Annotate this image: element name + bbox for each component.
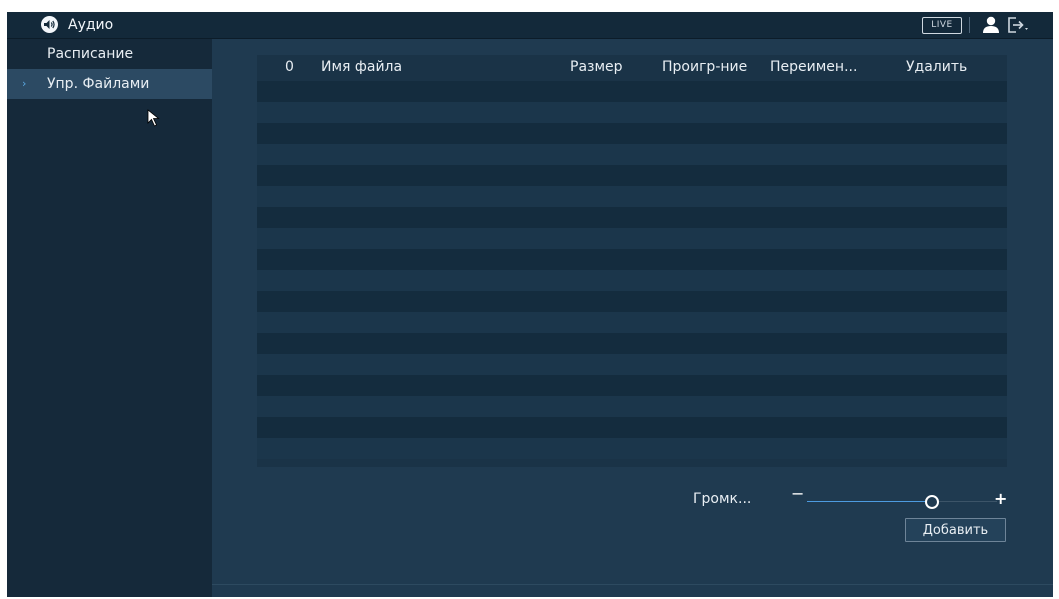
audio-window: Аудио LIVE Расписание › Упр. Файлами 0 И… — [7, 12, 1053, 597]
volume-slider[interactable] — [807, 495, 997, 509]
table-row[interactable] — [257, 228, 1007, 249]
chevron-right-icon: › — [22, 77, 27, 90]
table-row[interactable] — [257, 396, 1007, 417]
table-row[interactable] — [257, 102, 1007, 123]
table-row[interactable] — [257, 375, 1007, 396]
sidebar-item-file-management[interactable]: › Упр. Файлами — [7, 69, 212, 99]
sidebar-item-label: Расписание — [47, 46, 134, 62]
title-group: Аудио — [41, 16, 113, 33]
user-icon[interactable] — [981, 15, 1001, 35]
table-row[interactable] — [257, 438, 1007, 459]
footer-divider — [212, 584, 1053, 585]
column-header-play[interactable]: Проигр-ние — [662, 59, 747, 75]
header-divider — [969, 17, 970, 33]
table-row[interactable] — [257, 207, 1007, 228]
column-header-index[interactable]: 0 — [285, 59, 294, 75]
volume-slider-fill — [807, 501, 931, 502]
mouse-cursor-icon — [147, 109, 160, 127]
table-row[interactable] — [257, 165, 1007, 186]
volume-increase-button[interactable]: + — [994, 489, 1007, 508]
title-bar: Аудио LIVE — [7, 12, 1053, 39]
column-header-rename[interactable]: Переимен... — [770, 59, 857, 75]
add-button[interactable]: Добавить — [905, 518, 1006, 542]
live-button[interactable]: LIVE — [922, 17, 962, 34]
sidebar-item-schedule[interactable]: Расписание — [7, 39, 212, 69]
table-row[interactable] — [257, 270, 1007, 291]
file-table: 0 Имя файла Размер Проигр-ние Переимен..… — [257, 55, 1007, 467]
column-header-size[interactable]: Размер — [570, 59, 623, 75]
table-row[interactable] — [257, 312, 1007, 333]
table-row[interactable] — [257, 354, 1007, 375]
sidebar-item-label: Упр. Файлами — [47, 76, 150, 92]
speaker-icon — [41, 16, 58, 33]
table-row[interactable] — [257, 144, 1007, 165]
table-row[interactable] — [257, 291, 1007, 312]
column-header-delete[interactable]: Удалить — [906, 59, 967, 75]
column-header-file-name[interactable]: Имя файла — [321, 59, 402, 75]
table-row[interactable] — [257, 417, 1007, 438]
logout-icon[interactable] — [1007, 16, 1029, 34]
table-row[interactable] — [257, 186, 1007, 207]
page-title: Аудио — [68, 16, 114, 33]
volume-slider-thumb[interactable] — [924, 495, 939, 509]
table-row[interactable] — [257, 81, 1007, 102]
table-row[interactable] — [257, 123, 1007, 144]
volume-label: Громк... — [693, 491, 752, 507]
volume-decrease-button[interactable]: − — [791, 484, 804, 503]
table-header: 0 Имя файла Размер Проигр-ние Переимен..… — [257, 55, 1007, 81]
table-row[interactable] — [257, 333, 1007, 354]
sidebar: Расписание › Упр. Файлами — [7, 39, 212, 597]
table-row[interactable] — [257, 249, 1007, 270]
